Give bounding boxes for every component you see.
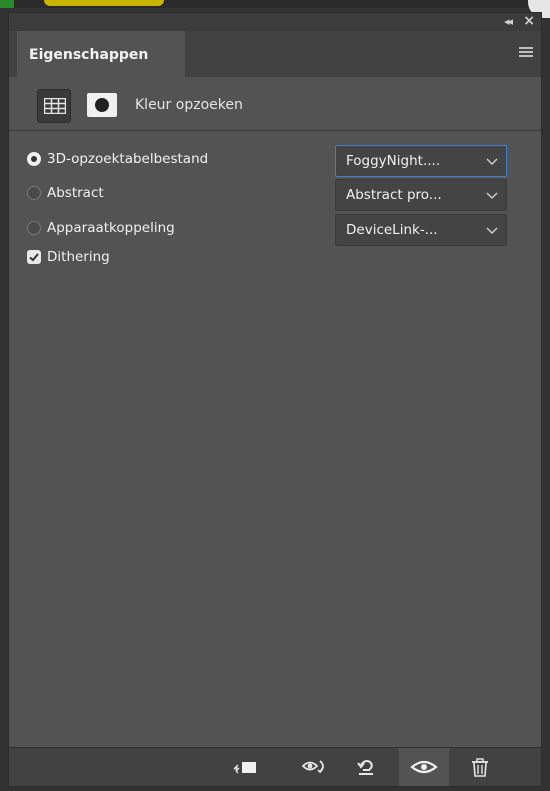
chevron-down-icon bbox=[486, 227, 498, 234]
dropdown-value: FoggyNight.... bbox=[346, 153, 441, 169]
radio-device-link[interactable] bbox=[27, 221, 41, 235]
option-label: Apparaatkoppeling bbox=[47, 220, 175, 236]
dithering-label: Dithering bbox=[47, 249, 110, 265]
radio-3d-lut[interactable] bbox=[27, 152, 41, 166]
lut-file-dropdown[interactable]: FoggyNight.... bbox=[335, 145, 507, 177]
chevron-down-icon bbox=[486, 158, 498, 165]
adjustment-title: Kleur opzoeken bbox=[135, 97, 243, 113]
chevron-down-icon bbox=[486, 192, 498, 199]
view-previous-state-icon[interactable] bbox=[293, 748, 333, 786]
clip-to-layer-icon[interactable] bbox=[224, 748, 264, 786]
window-top-strip bbox=[0, 0, 550, 18]
reset-icon[interactable] bbox=[347, 748, 387, 786]
adjustment-header: Kleur opzoeken bbox=[9, 77, 541, 131]
panel-footer-toolbar bbox=[9, 747, 541, 786]
option-label: Abstract bbox=[47, 185, 104, 201]
properties-panel: ◂◂ × Eigenschappen Kleur opzoeken 3D-opz… bbox=[8, 12, 542, 787]
double-chevron-left-icon[interactable]: ◂◂ bbox=[504, 15, 513, 28]
dithering-checkbox[interactable] bbox=[27, 250, 41, 264]
option-label: 3D-opzoektabelbestand bbox=[47, 151, 209, 167]
close-icon[interactable]: × bbox=[523, 13, 535, 29]
app-edge-green bbox=[0, 0, 14, 8]
dropdown-value: DeviceLink-... bbox=[346, 222, 438, 238]
radio-abstract[interactable] bbox=[27, 186, 41, 200]
lookup-table-grid-icon[interactable] bbox=[37, 89, 71, 123]
panel-title-bar[interactable]: ◂◂ × bbox=[9, 13, 541, 31]
tab-eigenschappen[interactable]: Eigenschappen bbox=[17, 31, 185, 77]
layer-mask-icon[interactable] bbox=[87, 93, 117, 117]
trash-icon[interactable] bbox=[461, 748, 501, 786]
eye-icon[interactable] bbox=[399, 748, 449, 786]
device-link-dropdown[interactable]: DeviceLink-... bbox=[335, 214, 507, 246]
dropdown-value: Abstract pro... bbox=[346, 187, 442, 203]
hamburger-menu-icon[interactable] bbox=[519, 47, 533, 59]
app-edge-yellow bbox=[44, 0, 164, 6]
abstract-profile-dropdown[interactable]: Abstract pro... bbox=[335, 179, 507, 211]
